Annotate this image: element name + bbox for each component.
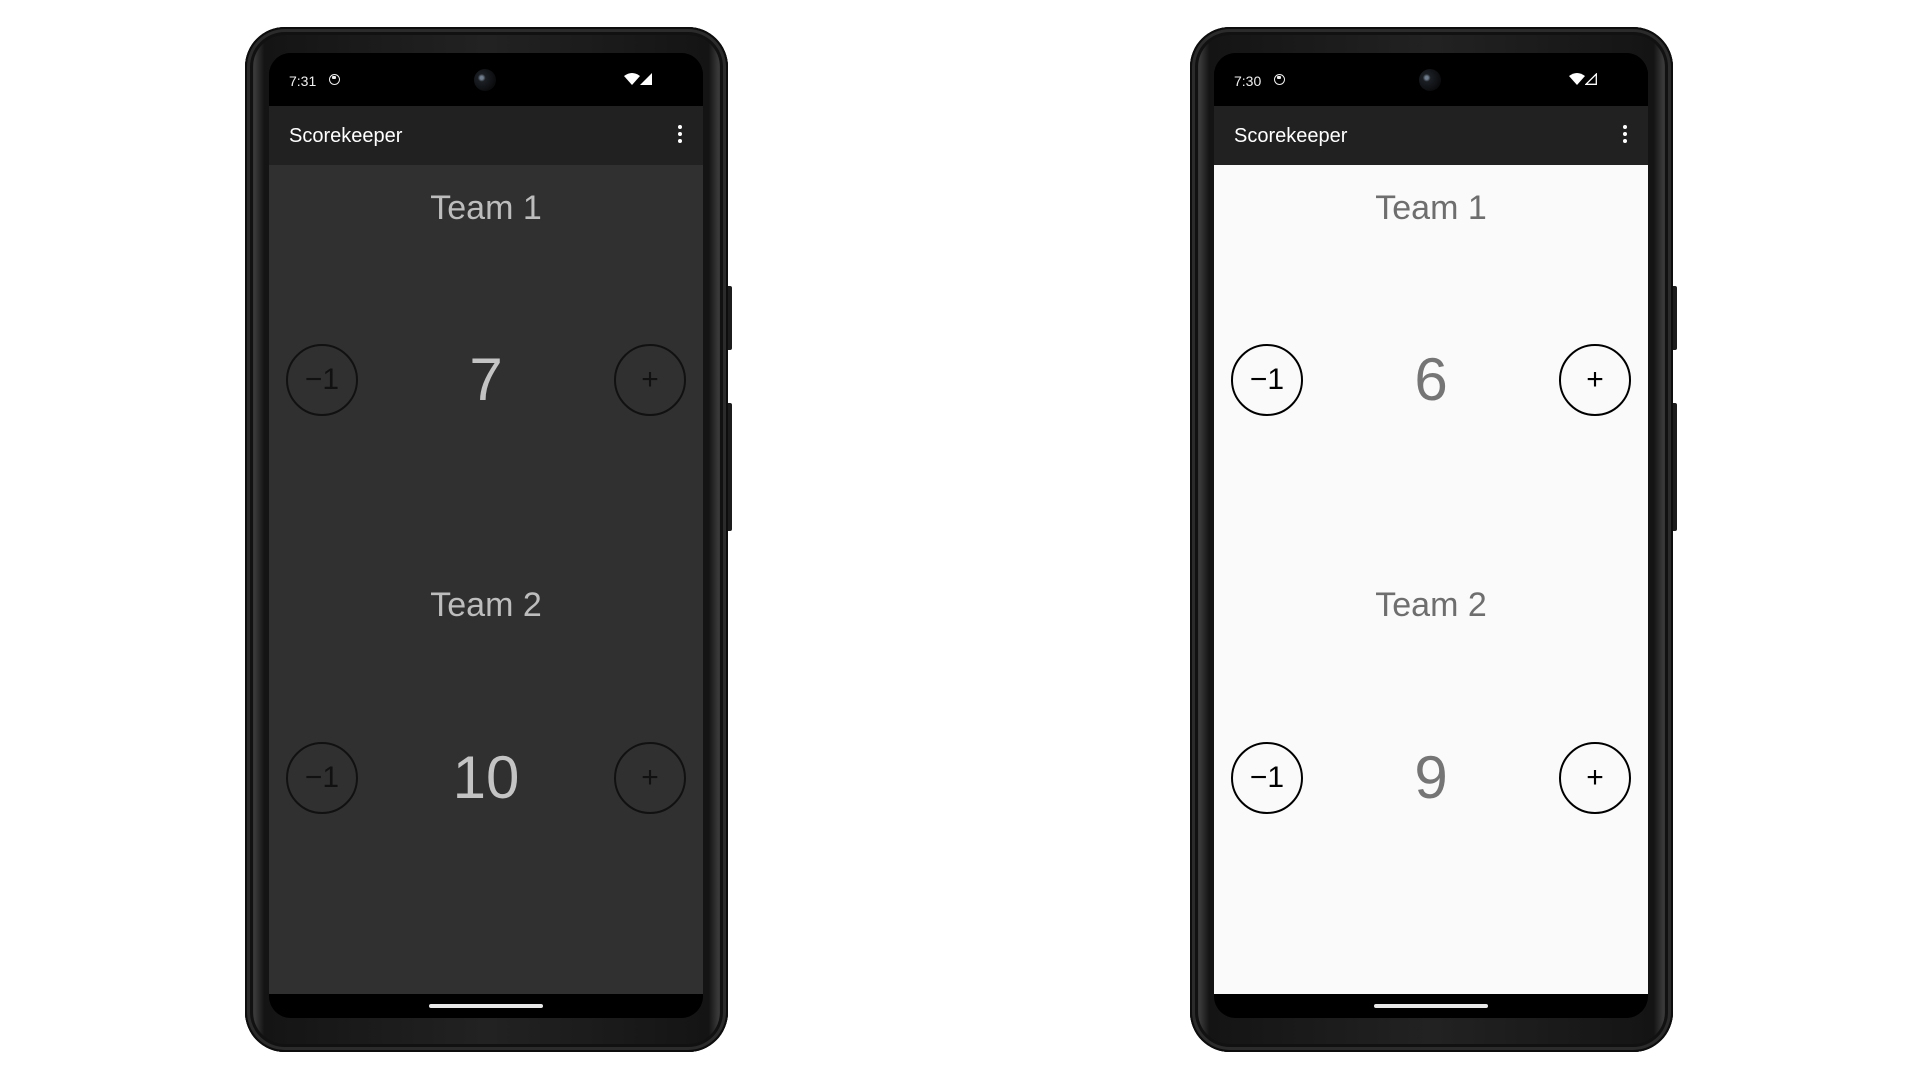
front-camera xyxy=(474,69,496,91)
signal-full-icon xyxy=(640,73,652,85)
phone-light-theme: 7:30 Scorekeeper Team 1 −1 6 + Team 2 −1… xyxy=(1190,27,1677,1052)
app-notification-icon xyxy=(329,74,340,85)
navigation-bar xyxy=(269,994,703,1018)
team-2-increment-button[interactable]: + xyxy=(1559,742,1631,814)
front-camera xyxy=(1419,69,1441,91)
app-title: Scorekeeper xyxy=(289,125,403,147)
team-2-increment-button[interactable]: + xyxy=(614,742,686,814)
app-notification-icon xyxy=(1274,74,1285,85)
status-time: 7:30 xyxy=(1234,73,1262,89)
app-title: Scorekeeper xyxy=(1234,125,1348,147)
screen: 7:30 Scorekeeper Team 1 −1 6 + Team 2 −1… xyxy=(1214,53,1648,1018)
more-vert-icon[interactable] xyxy=(1614,122,1636,150)
volume-button[interactable] xyxy=(728,403,732,531)
navigation-bar xyxy=(1214,994,1648,1018)
home-gesture-handle[interactable] xyxy=(1374,1004,1488,1008)
score-content: Team 1 −1 6 + Team 2 −1 9 + xyxy=(1214,165,1648,994)
power-button[interactable] xyxy=(728,286,732,350)
app-bar: Scorekeeper xyxy=(269,106,703,165)
wifi-icon xyxy=(624,73,640,85)
team-2-label: Team 2 xyxy=(430,586,542,624)
status-bar: 7:31 xyxy=(269,53,703,106)
status-bar: 7:30 xyxy=(1214,53,1648,106)
power-button[interactable] xyxy=(1673,286,1677,350)
signal-empty-icon xyxy=(1585,73,1597,85)
volume-button[interactable] xyxy=(1673,403,1677,531)
team-1-label: Team 1 xyxy=(1375,189,1487,227)
wifi-icon xyxy=(1569,73,1585,85)
app-bar: Scorekeeper xyxy=(1214,106,1648,165)
more-vert-icon[interactable] xyxy=(669,122,691,150)
screen: 7:31 Scorekeeper Team 1 −1 7 + Team 2 −1… xyxy=(269,53,703,1018)
home-gesture-handle[interactable] xyxy=(429,1004,543,1008)
team-1-label: Team 1 xyxy=(430,189,542,227)
team-2-label: Team 2 xyxy=(1375,586,1487,624)
team-1-increment-button[interactable]: + xyxy=(614,344,686,416)
status-time: 7:31 xyxy=(289,73,317,89)
phone-dark-theme: 7:31 Scorekeeper Team 1 −1 7 + Team 2 −1… xyxy=(245,27,732,1052)
team-1-increment-button[interactable]: + xyxy=(1559,344,1631,416)
score-content: Team 1 −1 7 + Team 2 −1 10 + xyxy=(269,165,703,994)
